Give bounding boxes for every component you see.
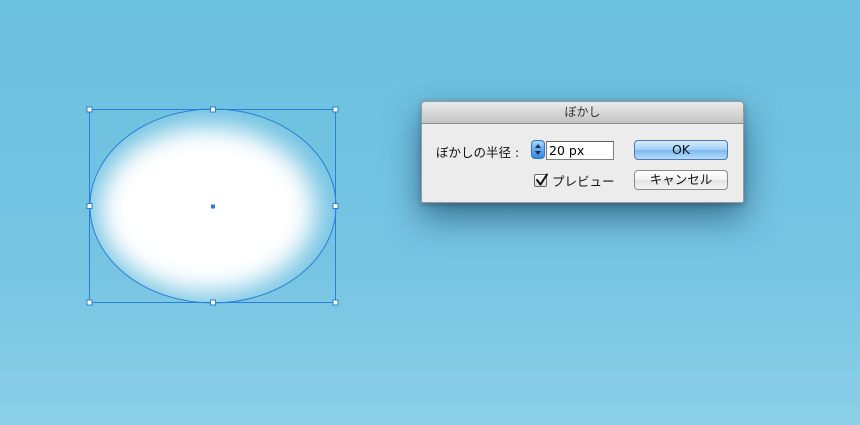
stepper-down-arrow-icon[interactable] xyxy=(535,151,541,155)
ok-button[interactable]: OK xyxy=(634,140,728,160)
blurred-fill xyxy=(100,127,316,291)
up-down-stepper-icon[interactable] xyxy=(531,140,545,159)
handle-top-right[interactable] xyxy=(332,106,339,113)
radius-label: ぼかしの半径 : xyxy=(436,145,520,160)
checkmark-icon xyxy=(536,173,548,185)
handle-bottom-right[interactable] xyxy=(332,299,339,306)
stepper-up-arrow-icon[interactable] xyxy=(535,144,541,148)
handle-top-left[interactable] xyxy=(86,106,93,113)
preview-option[interactable]: プレビュー xyxy=(534,171,615,189)
handle-bottom-center[interactable] xyxy=(210,299,216,306)
handle-top-center[interactable] xyxy=(210,106,216,113)
preview-checkbox[interactable] xyxy=(534,173,548,187)
handle-bottom-left[interactable] xyxy=(86,299,93,306)
artboard-canvas[interactable] xyxy=(0,0,860,425)
cancel-button[interactable]: キャンセル xyxy=(634,170,728,190)
dialog-title[interactable]: ぼかし xyxy=(422,102,743,124)
handle-middle-left[interactable] xyxy=(86,203,93,209)
radius-input[interactable] xyxy=(546,141,614,160)
dialog-body: ぼかしの半径 : OK プレビュー キャンセル xyxy=(422,124,743,204)
blurred-ellipse-artwork[interactable] xyxy=(0,0,860,425)
blur-dialog: ぼかし ぼかしの半径 : OK プレビュー キャンセル xyxy=(421,101,744,203)
preview-label: プレビュー xyxy=(552,173,615,189)
handle-middle-right[interactable] xyxy=(332,203,339,209)
center-point xyxy=(211,204,215,209)
